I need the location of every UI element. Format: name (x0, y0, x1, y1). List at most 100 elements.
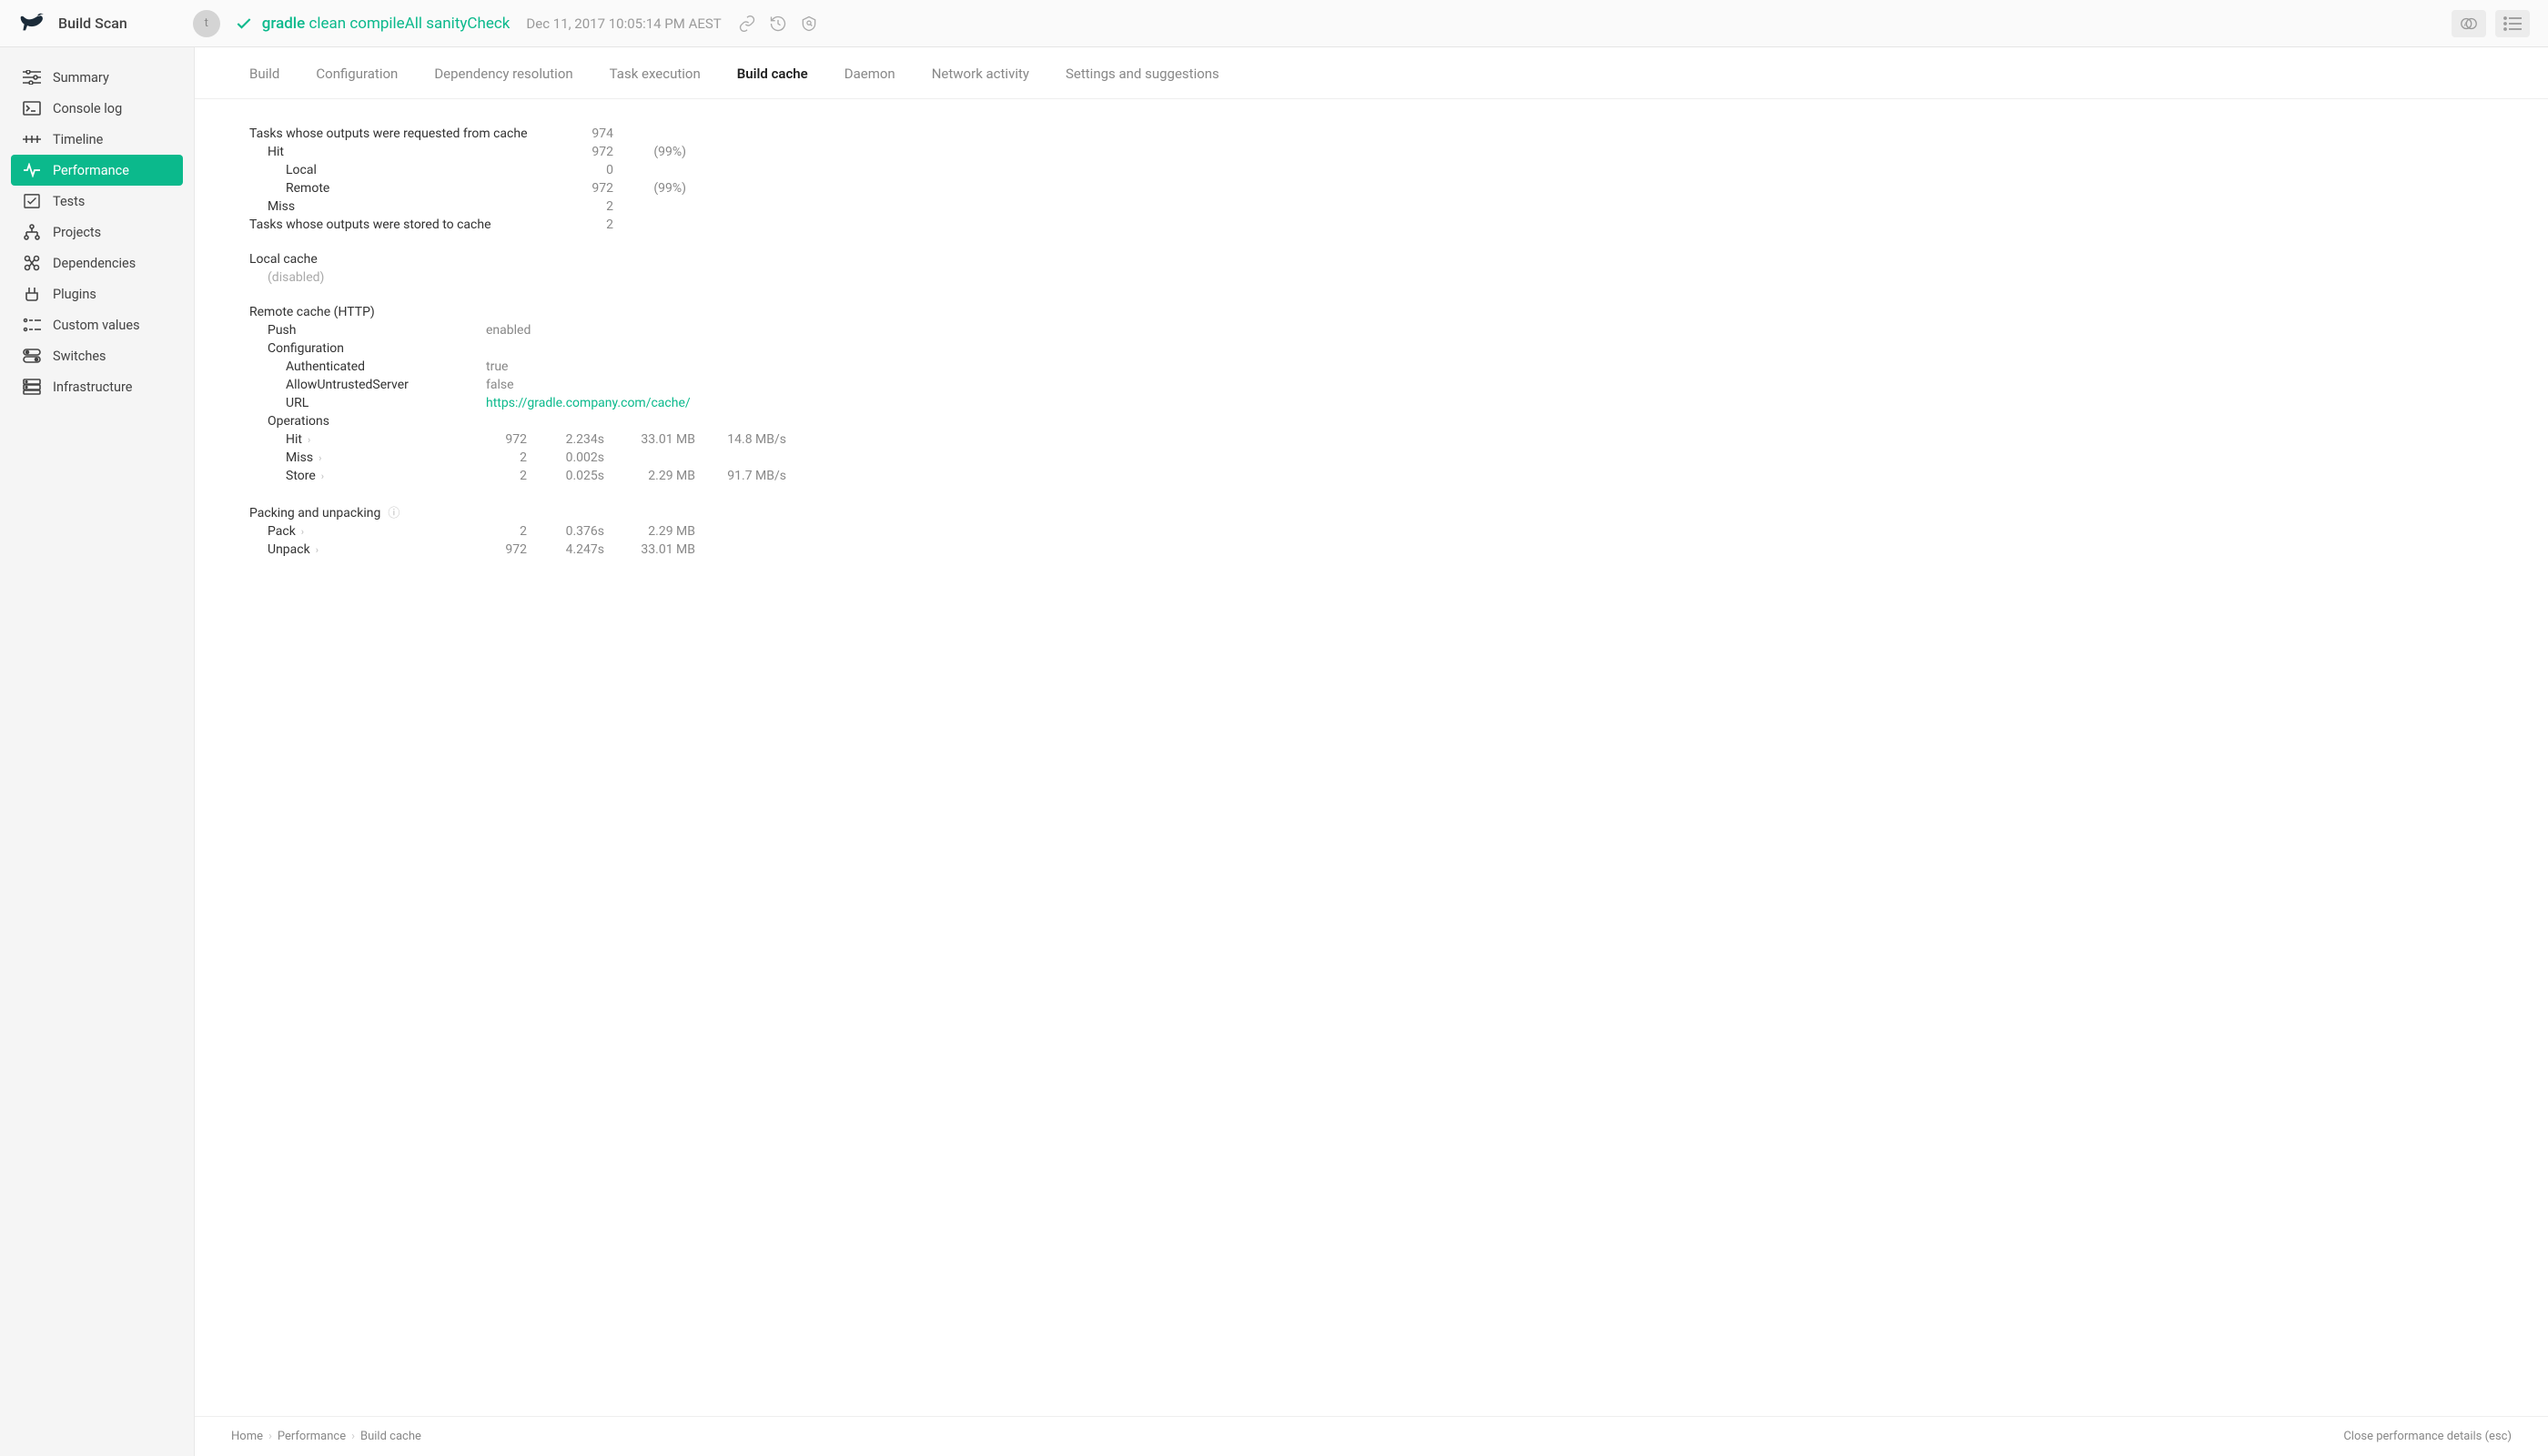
tab-configuration[interactable]: Configuration (316, 66, 398, 98)
brand-title: Build Scan (58, 15, 127, 32)
auth-label: Authenticated (249, 359, 486, 374)
remote-cache-heading: Remote cache (HTTP) (249, 305, 2493, 319)
auth-value: true (486, 359, 508, 374)
performance-icon (22, 161, 42, 179)
hit-pct: (99%) (613, 145, 686, 159)
url-label: URL (249, 396, 486, 410)
hit-value: 972 (541, 145, 613, 159)
sidebar-item-console[interactable]: Console log (11, 93, 183, 124)
ops-label: Operations (249, 414, 541, 429)
gradle-logo-icon (18, 11, 47, 36)
cache-url-link[interactable]: https://gradle.company.com/cache/ (486, 396, 691, 410)
main: Build Configuration Dependency resolutio… (194, 47, 2548, 1456)
sidebar-item-tests[interactable]: Tests (11, 186, 183, 217)
remote-value: 972 (541, 181, 613, 196)
avatar[interactable]: t (193, 10, 220, 37)
projects-icon (22, 223, 42, 241)
chevron-right-icon: › (301, 526, 304, 538)
search-icon[interactable] (800, 15, 818, 33)
sidebar: Summary Console log Timeline Performance… (0, 47, 194, 1456)
sidebar-item-switches[interactable]: Switches (11, 340, 183, 371)
switches-icon (22, 347, 42, 365)
sidebar-item-label: Timeline (53, 132, 103, 147)
stored-label: Tasks whose outputs were stored to cache (249, 217, 541, 232)
sidebar-item-label: Plugins (53, 287, 96, 302)
tab-settings[interactable]: Settings and suggestions (1066, 66, 1219, 98)
status-success-icon (235, 15, 253, 33)
local-cache-heading: Local cache (249, 252, 2493, 267)
sidebar-item-label: Switches (53, 349, 106, 364)
timeline-icon (22, 130, 42, 148)
header: Build Scan t gradle clean compileAll san… (0, 0, 2548, 47)
sidebar-item-timeline[interactable]: Timeline (11, 124, 183, 155)
breadcrumb-home[interactable]: Home (231, 1430, 263, 1443)
sidebar-item-label: Summary (53, 70, 109, 86)
breadcrumb-performance[interactable]: Performance (278, 1430, 346, 1443)
sidebar-item-summary[interactable]: Summary (11, 62, 183, 93)
remote-label: Remote (249, 181, 541, 196)
ops-hit-row[interactable]: Hit›9722.234s33.01 MB14.8 MB/s (249, 432, 2493, 447)
content: Tasks whose outputs were requested from … (195, 99, 2548, 1416)
history-icon[interactable] (769, 15, 787, 33)
infrastructure-icon (22, 378, 42, 396)
sidebar-item-label: Console log (53, 101, 122, 116)
tests-icon (22, 192, 42, 210)
requested-value: 974 (541, 126, 613, 141)
chevron-right-icon: › (308, 434, 310, 446)
sidebar-item-custom[interactable]: Custom values (11, 309, 183, 340)
chevron-right-icon: › (316, 544, 318, 556)
unpack-row[interactable]: Unpack›9724.247s33.01 MB (249, 542, 2493, 557)
pack-row[interactable]: Pack›20.376s2.29 MB (249, 524, 2493, 539)
ops-miss-row[interactable]: Miss›20.002s (249, 450, 2493, 465)
console-icon (22, 99, 42, 117)
chevron-right-icon: › (321, 470, 324, 482)
tab-task-execution[interactable]: Task execution (610, 66, 701, 98)
miss-label: Miss (249, 199, 541, 214)
chevron-right-icon: › (318, 452, 321, 464)
dependencies-icon (22, 254, 42, 272)
local-label: Local (249, 163, 541, 177)
local-value: 0 (541, 163, 613, 177)
sidebar-item-label: Infrastructure (53, 379, 132, 395)
sidebar-item-label: Tests (53, 194, 85, 209)
sidebar-item-label: Projects (53, 225, 101, 240)
remote-pct: (99%) (613, 181, 686, 196)
allow-value: false (486, 378, 514, 392)
link-icon[interactable] (738, 15, 756, 33)
breadcrumb-footer: Home › Performance › Build cache Close p… (195, 1416, 2548, 1456)
sidebar-item-plugins[interactable]: Plugins (11, 278, 183, 309)
requested-label: Tasks whose outputs were requested from … (249, 126, 541, 141)
packing-heading: Packing and unpackingⓘ (249, 503, 2493, 521)
allow-label: AllowUntrustedServer (249, 378, 486, 392)
ops-store-row[interactable]: Store›20.025s2.29 MB91.7 MB/s (249, 469, 2493, 483)
hit-label: Hit (249, 145, 541, 159)
push-value: enabled (486, 323, 531, 338)
sidebar-item-performance[interactable]: Performance (11, 155, 183, 186)
local-cache-status: (disabled) (249, 270, 541, 285)
sidebar-item-infra[interactable]: Infrastructure (11, 371, 183, 402)
summary-icon (22, 68, 42, 86)
sidebar-item-label: Custom values (53, 318, 140, 333)
build-timestamp: Dec 11, 2017 10:05:14 PM AEST (526, 15, 721, 32)
close-details-link[interactable]: Close performance details (esc) (2343, 1430, 2512, 1443)
help-icon[interactable]: ⓘ (388, 507, 399, 521)
breadcrumb-build-cache: Build cache (360, 1430, 421, 1443)
sidebar-item-dependencies[interactable]: Dependencies (11, 248, 183, 278)
build-command: gradle clean compileAll sanityCheck (262, 15, 511, 33)
custom-values-icon (22, 316, 42, 334)
tab-build-cache[interactable]: Build cache (737, 66, 808, 98)
tab-network-activity[interactable]: Network activity (932, 66, 1029, 98)
config-label: Configuration (249, 341, 541, 356)
compare-icon[interactable]: A (2452, 10, 2486, 37)
tabs: Build Configuration Dependency resolutio… (195, 47, 2548, 99)
sidebar-item-label: Dependencies (53, 256, 136, 271)
tab-dependency-resolution[interactable]: Dependency resolution (434, 66, 572, 98)
sidebar-item-projects[interactable]: Projects (11, 217, 183, 248)
list-icon[interactable] (2495, 10, 2530, 37)
miss-value: 2 (541, 199, 613, 214)
push-label: Push (249, 323, 486, 338)
tab-build[interactable]: Build (249, 66, 279, 98)
sidebar-item-label: Performance (53, 163, 129, 178)
tab-daemon[interactable]: Daemon (844, 66, 895, 98)
plugins-icon (22, 285, 42, 303)
